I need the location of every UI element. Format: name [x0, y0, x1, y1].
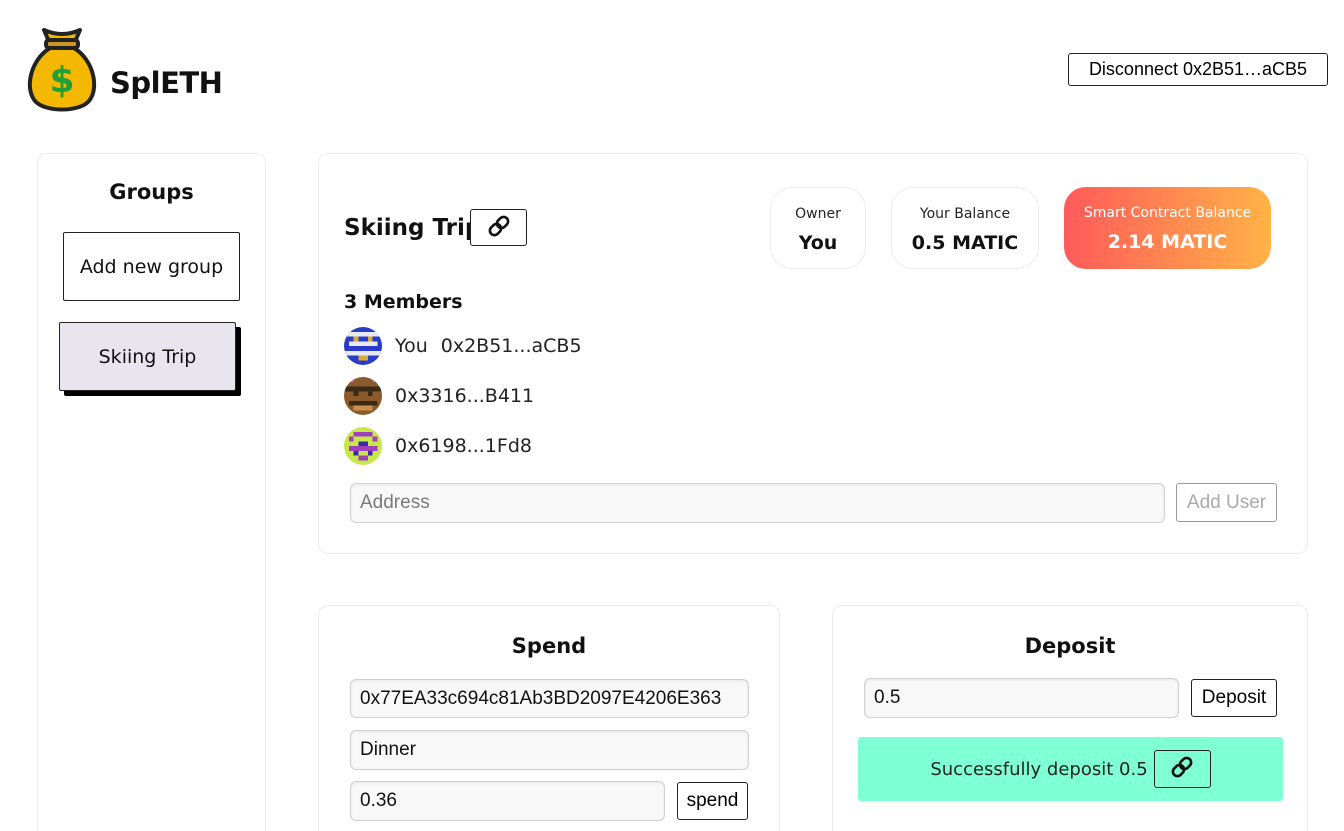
- disconnect-button[interactable]: Disconnect 0x2B51…aCB5: [1068, 53, 1328, 86]
- spend-card: Spend 0x77EA33c694c81Ab3BD2097E4206E363 …: [318, 605, 780, 831]
- avatar: [344, 327, 382, 365]
- spend-description-input[interactable]: Dinner: [350, 730, 749, 770]
- address-input[interactable]: Address: [350, 483, 1165, 523]
- member-row: You 0x2B51...aCB5: [344, 327, 582, 365]
- deposit-success-message: Successfully deposit 0.5: [858, 737, 1283, 801]
- spend-title: Spend: [511, 634, 587, 658]
- group-title: Skiing Trip: [344, 215, 482, 241]
- spend-address-input[interactable]: 0x77EA33c694c81Ab3BD2097E4206E363: [350, 679, 749, 718]
- link-icon: [1169, 754, 1195, 785]
- owner-value: You: [798, 232, 838, 254]
- owner-stat: Owner You: [770, 187, 866, 269]
- contract-balance-label: Smart Contract Balance: [1083, 205, 1252, 221]
- member-address: 0x2B51...aCB5: [440, 335, 582, 357]
- member-address: 0x6198...1Fd8: [395, 435, 532, 457]
- app-title: SplETH: [110, 66, 223, 100]
- contract-balance-value: 2.14 MATIC: [1107, 231, 1228, 253]
- your-balance-label: Your Balance: [919, 206, 1011, 222]
- deposit-amount-input[interactable]: 0.5: [864, 678, 1179, 718]
- add-new-group-button[interactable]: Add new group: [63, 232, 240, 301]
- success-text: Successfully deposit 0.5: [930, 758, 1148, 780]
- members-count: 3 Members: [344, 291, 463, 313]
- member-address: 0x3316...B411: [395, 385, 535, 407]
- owner-label: Owner: [795, 206, 841, 222]
- groups-title: Groups: [109, 180, 194, 204]
- member-row: 0x3316...B411: [344, 377, 534, 415]
- deposit-card: Deposit 0.5 Deposit Successfully deposit…: [832, 605, 1308, 831]
- deposit-title: Deposit: [1024, 634, 1116, 658]
- share-link-button[interactable]: [470, 209, 527, 246]
- group-details-card: Skiing Trip Owner You Your Balance 0.5 M…: [318, 153, 1308, 554]
- sidebar-item-skiing-trip[interactable]: Skiing Trip: [59, 322, 236, 391]
- groups-sidebar: Groups Add new group Skiing Trip: [37, 153, 266, 831]
- your-balance-value: 0.5 MATIC: [911, 232, 1019, 254]
- deposit-button[interactable]: Deposit: [1191, 679, 1277, 717]
- transaction-link-button[interactable]: [1153, 750, 1211, 788]
- member-row: 0x6198...1Fd8: [344, 427, 532, 465]
- spend-amount-input[interactable]: 0.36: [350, 781, 665, 821]
- add-user-button[interactable]: Add User: [1176, 483, 1277, 522]
- link-icon: [486, 213, 512, 243]
- member-you-label: You: [395, 335, 428, 357]
- spend-button[interactable]: spend: [677, 782, 748, 820]
- your-balance-stat: Your Balance 0.5 MATIC: [891, 187, 1039, 269]
- avatar: [344, 377, 382, 415]
- svg-text:$: $: [49, 60, 74, 101]
- money-bag-icon: $: [26, 26, 98, 112]
- contract-balance-stat: Smart Contract Balance 2.14 MATIC: [1064, 187, 1271, 269]
- avatar: [344, 427, 382, 465]
